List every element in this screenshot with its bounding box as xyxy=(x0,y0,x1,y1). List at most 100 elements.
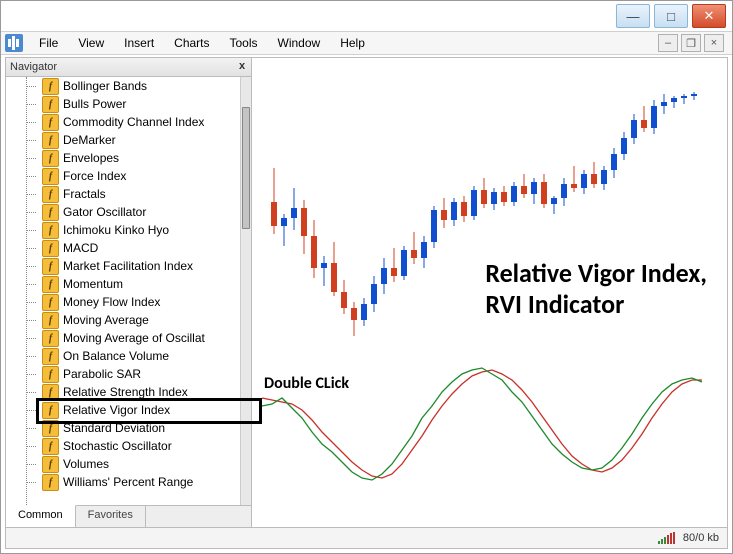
indicator-icon: f xyxy=(42,312,59,329)
navigator-tab-favorites[interactable]: Favorites xyxy=(76,506,146,528)
indicator-icon: f xyxy=(42,132,59,149)
annotation-line-2: RVI Indicator xyxy=(485,289,707,320)
tree-item-label: Volumes xyxy=(63,457,109,471)
tree-item-label: Money Flow Index xyxy=(63,295,160,309)
workspace: Navigator x fBollinger BandsfBulls Power… xyxy=(5,57,728,529)
indicator-icon: f xyxy=(42,222,59,239)
menu-window[interactable]: Window xyxy=(268,34,331,52)
tree-item[interactable]: f Momentum xyxy=(6,275,241,293)
indicator-icon: f xyxy=(42,258,59,275)
tree-item-label: Bollinger Bands xyxy=(63,79,147,93)
navigator-body: fBollinger BandsfBulls PowerfCommodity C… xyxy=(6,77,251,505)
chart-area[interactable]: Double CLick Relative Vigor Index, RVI I… xyxy=(252,58,727,528)
tree-item-label: Commodity Channel Index xyxy=(63,115,204,129)
tree-item[interactable]: f Gator Oscillator xyxy=(6,203,241,221)
tree-item[interactable]: f Volumes xyxy=(6,455,241,473)
indicator-icon: f xyxy=(42,276,59,293)
tree-item-label: Williams' Percent Range xyxy=(63,475,193,489)
titlebar: — □ ✕ xyxy=(1,1,732,32)
indicator-icon: f xyxy=(42,96,59,113)
tree-item[interactable]: f Relative Strength Index xyxy=(6,383,241,401)
tree-item[interactable]: f Envelopes xyxy=(6,149,241,167)
indicator-icon: f xyxy=(42,474,59,491)
tree-item[interactable]: f Money Flow Index xyxy=(6,293,241,311)
tree-item-label: Force Index xyxy=(63,169,126,183)
app-icon xyxy=(5,34,23,52)
tree-item[interactable]: f Fractals xyxy=(6,185,241,203)
menu-tools[interactable]: Tools xyxy=(220,34,268,52)
tree-item[interactable]: fMoving Average xyxy=(6,311,241,329)
tree-item-label: Stochastic Oscillator xyxy=(63,439,172,453)
tree-item-label: On Balance Volume xyxy=(63,349,169,363)
tree-item[interactable]: f Bulls Power xyxy=(6,95,241,113)
navigator-panel: Navigator x fBollinger BandsfBulls Power… xyxy=(6,58,252,528)
tree-item-label: Relative Strength Index xyxy=(63,385,188,399)
tree-item-label: Bulls Power xyxy=(63,97,126,111)
indicator-icon: f xyxy=(42,456,59,473)
menu-charts[interactable]: Charts xyxy=(164,34,219,52)
tree-item[interactable]: f Moving Average of Oscillat xyxy=(6,329,241,347)
tree-item-label: Momentum xyxy=(63,277,123,291)
tree-item[interactable]: f Ichimoku Kinko Hyo xyxy=(6,221,241,239)
tree-item[interactable]: f Parabolic SAR xyxy=(6,365,241,383)
menu-view[interactable]: View xyxy=(68,34,114,52)
tree-item[interactable]: f Relative Vigor Index xyxy=(6,401,241,419)
indicator-icon: f xyxy=(42,186,59,203)
navigator-tab-common[interactable]: Common xyxy=(6,505,76,528)
tree-item-label: MACD xyxy=(63,241,98,255)
tree-item[interactable]: f Standard Deviation xyxy=(6,419,241,437)
navigator-close-button[interactable]: x xyxy=(235,59,249,73)
window-minimize-button[interactable]: — xyxy=(616,4,650,28)
navigator-tree[interactable]: fBollinger BandsfBulls PowerfCommodity C… xyxy=(6,77,241,505)
navigator-title: Navigator x xyxy=(6,58,251,77)
navigator-scrollbar[interactable] xyxy=(240,77,251,505)
tree-item-label: Relative Vigor Index xyxy=(63,403,170,417)
indicator-icon: f xyxy=(42,330,59,347)
connection-status: 80/0 kb xyxy=(683,532,719,544)
indicator-icon: f xyxy=(42,294,59,311)
indicator-icon: f xyxy=(42,438,59,455)
menu-help[interactable]: Help xyxy=(330,34,375,52)
tree-item[interactable]: f On Balance Volume xyxy=(6,347,241,365)
scrollbar-thumb[interactable] xyxy=(242,107,250,229)
indicator-icon: f xyxy=(42,348,59,365)
annotation-double-click: Double CLick xyxy=(264,374,349,393)
tree-item-label: Standard Deviation xyxy=(63,421,165,435)
menu-insert[interactable]: Insert xyxy=(114,34,164,52)
menubar: File View Insert Charts Tools Window Hel… xyxy=(1,32,732,55)
tree-item-label: Parabolic SAR xyxy=(63,367,141,381)
indicator-icon: f xyxy=(42,168,59,185)
mdi-restore-button[interactable]: ❐ xyxy=(681,34,701,52)
tree-item[interactable]: f Commodity Channel Index xyxy=(6,113,241,131)
tree-item-label: Moving Average of Oscillat xyxy=(63,331,205,345)
tree-item[interactable]: fMACD xyxy=(6,239,241,257)
tree-item[interactable]: fBollinger Bands xyxy=(6,77,241,95)
tree-item[interactable]: f Stochastic Oscillator xyxy=(6,437,241,455)
navigator-title-label: Navigator xyxy=(10,61,57,73)
tree-item-label: Fractals xyxy=(63,187,106,201)
tree-item[interactable]: f Williams' Percent Range xyxy=(6,473,241,491)
window-close-button[interactable]: ✕ xyxy=(692,4,726,28)
indicator-icon: f xyxy=(42,150,59,167)
tree-item-label: Gator Oscillator xyxy=(63,205,146,219)
indicator-icon: f xyxy=(42,420,59,437)
indicator-icon: f xyxy=(42,204,59,221)
indicator-icon: f xyxy=(42,384,59,401)
tree-item[interactable]: f Market Facilitation Index xyxy=(6,257,241,275)
tree-item-label: Market Facilitation Index xyxy=(63,259,193,273)
connection-bars-icon xyxy=(658,532,675,544)
statusbar: 80/0 kb xyxy=(5,527,728,549)
mdi-close-button[interactable]: × xyxy=(704,34,724,52)
mdi-minimize-button[interactable]: – xyxy=(658,34,678,52)
annotation-chart-title: Relative Vigor Index, RVI Indicator xyxy=(485,258,707,320)
indicator-icon: f xyxy=(42,402,59,419)
tree-item[interactable]: fDeMarker xyxy=(6,131,241,149)
menu-file[interactable]: File xyxy=(29,34,68,52)
annotation-line-1: Relative Vigor Index, xyxy=(485,258,707,289)
window-maximize-button[interactable]: □ xyxy=(654,4,688,28)
indicator-icon: f xyxy=(42,366,59,383)
tree-item[interactable]: f Force Index xyxy=(6,167,241,185)
indicator-icon: f xyxy=(42,114,59,131)
tree-item-label: Envelopes xyxy=(63,151,119,165)
tree-item-label: Ichimoku Kinko Hyo xyxy=(63,223,169,237)
